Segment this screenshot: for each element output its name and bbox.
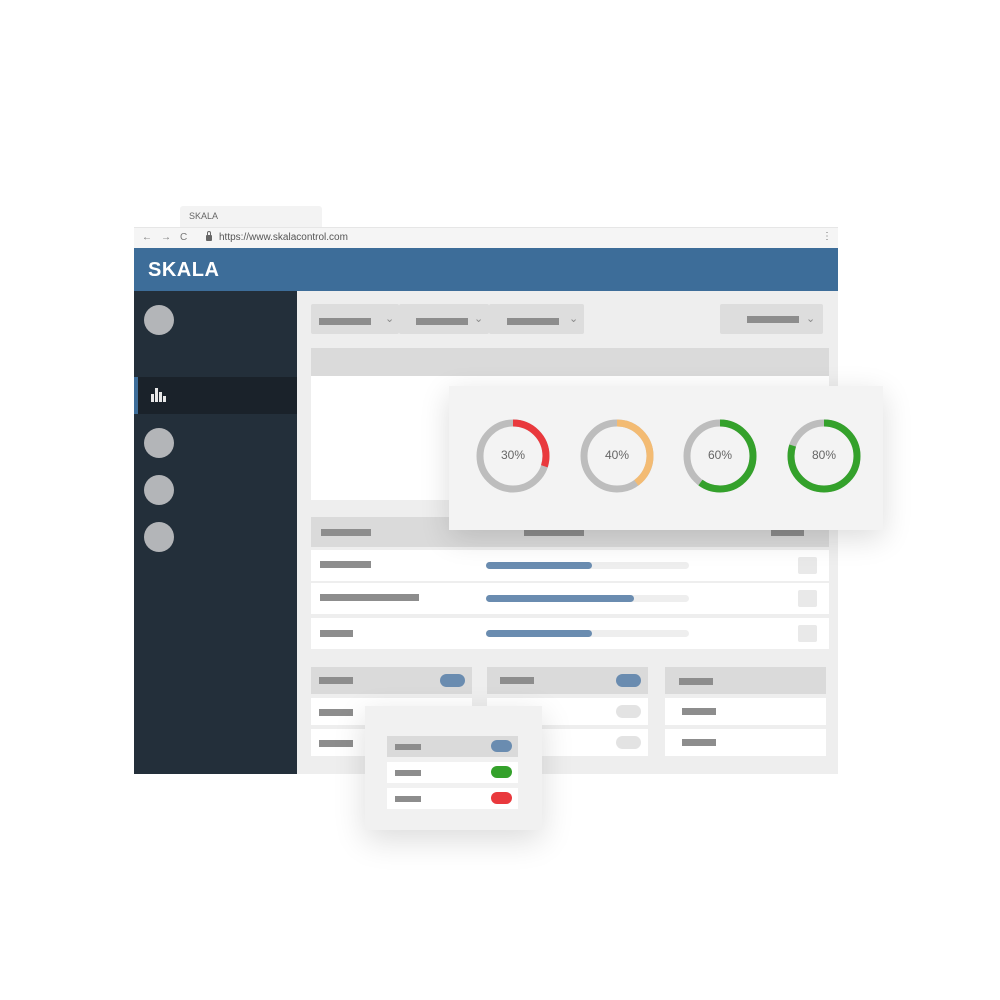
filter-label-placeholder bbox=[747, 316, 799, 323]
kpi-donut-panel: 30% 40% 60% 80% bbox=[449, 386, 883, 530]
row-label-placeholder bbox=[319, 709, 353, 716]
tab-title: SKALA bbox=[189, 211, 219, 221]
off-toggle[interactable] bbox=[491, 792, 512, 804]
address-bar: ← → C https://www.skalacontrol.com ⋮ bbox=[134, 227, 838, 248]
sort-dropdown[interactable]: ⌄ bbox=[720, 304, 823, 334]
card-toggle[interactable] bbox=[440, 674, 465, 687]
filter-dropdown[interactable]: ⌄ bbox=[311, 304, 399, 334]
donut-label: 60% bbox=[707, 448, 733, 462]
column-header-placeholder bbox=[321, 529, 371, 536]
row-toggle[interactable] bbox=[616, 705, 641, 718]
row-label-placeholder bbox=[395, 796, 421, 802]
toggle-panel-header bbox=[387, 736, 518, 757]
main-content: ⌄ ⌄ ⌄ ⌄ bbox=[297, 291, 838, 774]
table-row[interactable] bbox=[311, 618, 829, 649]
row-label-placeholder bbox=[682, 708, 716, 715]
progress-bar bbox=[486, 630, 689, 637]
donut-chart: 40% bbox=[579, 418, 655, 494]
row-checkbox[interactable] bbox=[798, 590, 817, 607]
progress-bar bbox=[486, 562, 689, 569]
bar-chart-icon bbox=[151, 388, 167, 402]
sidebar-item-icon[interactable] bbox=[144, 522, 174, 552]
row-label-placeholder bbox=[320, 630, 353, 637]
table-row[interactable] bbox=[311, 550, 829, 581]
row-label-placeholder bbox=[320, 561, 371, 568]
row-label-placeholder bbox=[395, 770, 421, 776]
app-logo-title: SKALA bbox=[148, 259, 220, 281]
forward-arrow-icon[interactable]: → bbox=[161, 231, 171, 245]
donut-chart: 60% bbox=[682, 418, 758, 494]
browser-menu-icon[interactable]: ⋮ bbox=[822, 231, 832, 242]
chevron-down-icon: ⌄ bbox=[806, 313, 816, 325]
chevron-down-icon: ⌄ bbox=[385, 313, 395, 325]
toggle-row bbox=[387, 788, 518, 809]
donut-chart: 80% bbox=[786, 418, 862, 494]
row-checkbox[interactable] bbox=[798, 625, 817, 642]
filter-label-placeholder bbox=[507, 318, 559, 325]
card-header bbox=[665, 667, 826, 694]
chart-panel-header bbox=[311, 348, 829, 376]
toggle-settings-panel bbox=[365, 706, 542, 830]
header-toggle[interactable] bbox=[491, 740, 512, 752]
row-label-placeholder bbox=[395, 744, 421, 750]
card-title-placeholder bbox=[500, 677, 534, 684]
progress-fill bbox=[486, 595, 635, 602]
row-checkbox[interactable] bbox=[798, 557, 817, 574]
on-toggle[interactable] bbox=[491, 766, 512, 778]
url-field[interactable]: https://www.skalacontrol.com bbox=[219, 232, 348, 243]
app-header: SKALA bbox=[134, 248, 838, 291]
donut-label: 80% bbox=[811, 448, 837, 462]
progress-fill bbox=[486, 562, 592, 569]
donut-label: 40% bbox=[604, 448, 630, 462]
toggle-row bbox=[387, 762, 518, 783]
donut-label: 30% bbox=[500, 448, 526, 462]
back-arrow-icon[interactable]: ← bbox=[142, 231, 152, 245]
sidebar bbox=[134, 291, 297, 774]
sidebar-item-analytics[interactable] bbox=[134, 377, 297, 414]
filter-label-placeholder bbox=[319, 318, 371, 325]
sidebar-item-icon[interactable] bbox=[144, 428, 174, 458]
card-title-placeholder bbox=[679, 678, 713, 685]
user-avatar[interactable] bbox=[144, 305, 174, 335]
row-label-placeholder bbox=[319, 740, 353, 747]
filter-dropdown[interactable]: ⌄ bbox=[399, 304, 489, 334]
row-label-placeholder bbox=[320, 594, 419, 601]
card-row bbox=[665, 729, 826, 756]
chevron-down-icon: ⌄ bbox=[474, 313, 484, 325]
card-toggle[interactable] bbox=[616, 674, 641, 687]
table-row[interactable] bbox=[311, 583, 829, 614]
card-row bbox=[665, 698, 826, 725]
progress-fill bbox=[486, 630, 592, 637]
lock-icon bbox=[206, 231, 212, 241]
card-header bbox=[487, 667, 648, 694]
row-label-placeholder bbox=[682, 739, 716, 746]
filter-label-placeholder bbox=[416, 318, 468, 325]
donut-chart: 30% bbox=[475, 418, 551, 494]
reload-icon[interactable]: C bbox=[180, 231, 187, 245]
progress-bar bbox=[486, 595, 689, 602]
card-header bbox=[311, 667, 472, 694]
column-header-placeholder bbox=[524, 529, 584, 536]
chevron-down-icon: ⌄ bbox=[569, 313, 579, 325]
filter-dropdown[interactable]: ⌄ bbox=[489, 304, 584, 334]
browser-tab[interactable]: SKALA bbox=[180, 206, 322, 227]
card-title-placeholder bbox=[319, 677, 353, 684]
row-toggle[interactable] bbox=[616, 736, 641, 749]
column-header-placeholder bbox=[771, 529, 804, 536]
sidebar-item-icon[interactable] bbox=[144, 475, 174, 505]
